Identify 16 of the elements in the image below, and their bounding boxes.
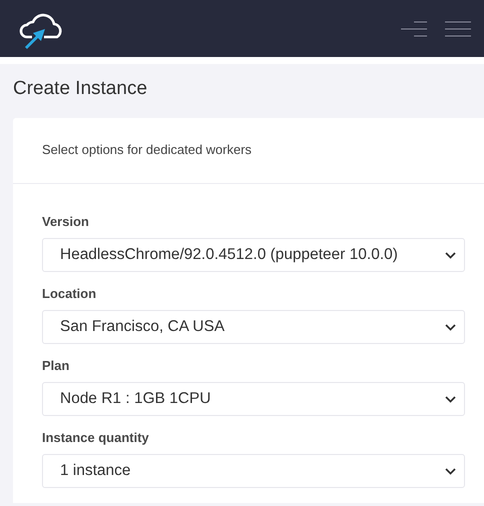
field-label: Plan bbox=[42, 358, 70, 374]
dropdown-select[interactable]: 1 instance bbox=[42, 454, 465, 488]
card-subtitle: Select options for dedicated workers bbox=[42, 142, 252, 157]
chevron-down-icon bbox=[445, 468, 456, 474]
chevron-down-icon bbox=[445, 324, 456, 330]
collapse-menu-icon[interactable] bbox=[400, 20, 428, 36]
chevron-down-icon bbox=[445, 396, 456, 402]
chevron-down-icon bbox=[445, 252, 456, 258]
field-label: Location bbox=[42, 286, 98, 302]
dropdown-select[interactable]: Node R1 : 1GB 1CPU bbox=[42, 382, 465, 416]
field-label: Version bbox=[42, 214, 90, 230]
dropdown-select[interactable]: San Francisco, CA USA bbox=[42, 310, 465, 344]
dropdown-select[interactable]: HeadlessChrome/92.0.4512.0 (puppeteer 10.0.0) bbox=[42, 238, 465, 272]
field-label: Instance quantity bbox=[42, 430, 150, 446]
menu-icon[interactable] bbox=[444, 20, 472, 36]
page-title: Create Instance bbox=[13, 77, 148, 101]
